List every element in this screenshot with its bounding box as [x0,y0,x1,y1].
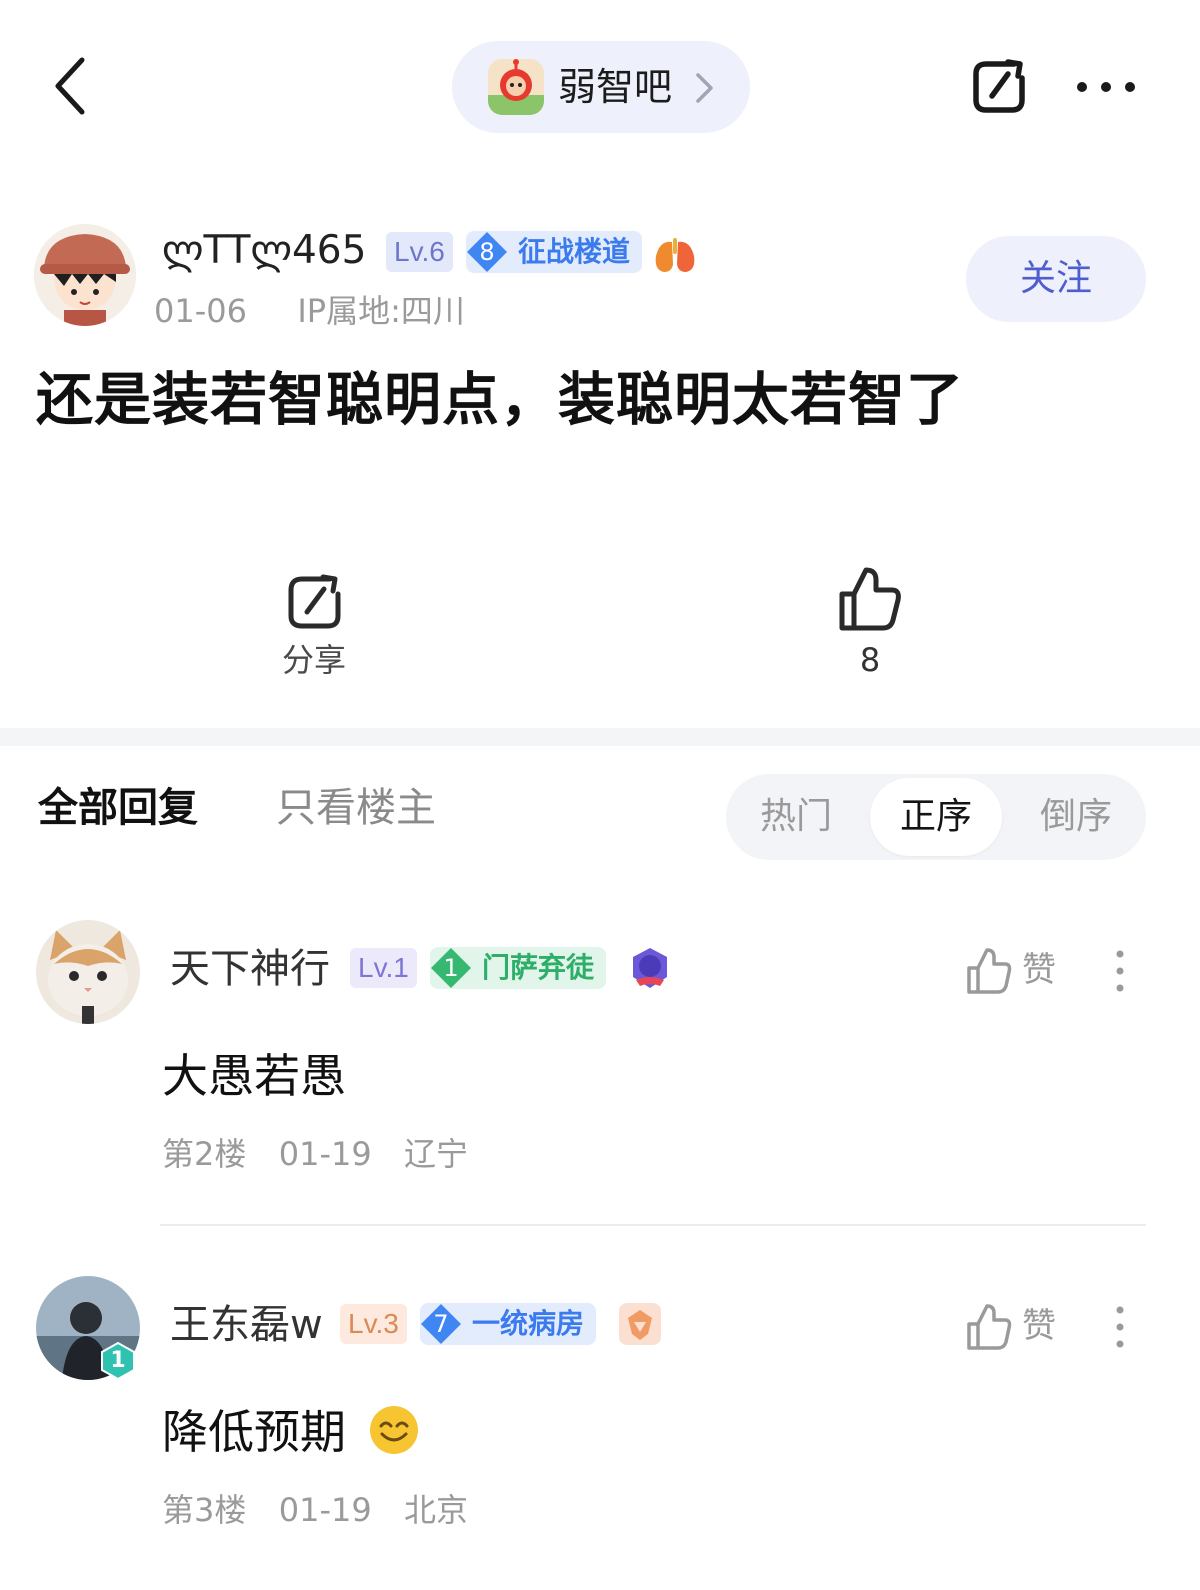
reply-username[interactable]: 天下神行 [170,941,330,997]
reply-body: 降低预期 [162,1400,346,1464]
share-label: 分享 [281,641,346,679]
forum-avatar [488,59,544,115]
reply-floor: 第3楼 [162,1491,247,1529]
reply-location: 辽宁 [404,1135,469,1173]
avatar-level-number: 1 [110,1348,126,1373]
back-button[interactable] [48,56,96,116]
chevron-left-icon [55,57,85,115]
sort-toggle: 热门 正序 倒序 [726,774,1146,860]
reply-username[interactable]: 王东磊w [170,1297,323,1353]
author-meta: 01-06 IP属地:四川 [154,288,465,334]
level-badge: Lv.3 [340,1304,407,1344]
smile-emoji-icon [370,1406,418,1454]
thumbs-up-icon [967,948,1012,994]
level-badge: Lv.6 [386,232,453,272]
lung-badge-icon [655,238,695,272]
title-level: 7 [433,1310,449,1338]
title-name: 一统病房 [472,1307,585,1340]
reply-like-button[interactable]: 赞 [966,942,1066,1002]
thumbs-up-icon [839,567,901,631]
reply-body-text: 降低预期 [162,1405,346,1459]
reply-divider [160,1224,1146,1226]
thumbs-up-icon [967,1304,1012,1350]
title-badge: 1 门萨弃徒 [430,947,607,989]
reply-meta: 第2楼 01-19 辽宁 [162,1132,468,1176]
author-avatar[interactable] [34,224,136,326]
like-label: 赞 [1022,950,1056,990]
badge-icon [619,1303,661,1345]
title-badge: 7 一统病房 [420,1303,597,1345]
level-badge: Lv.1 [350,948,417,988]
reply-floor: 第2楼 [162,1135,247,1173]
reply-meta: 第3楼 01-19 北京 [162,1488,468,1532]
share-action[interactable]: 分享 [260,566,368,684]
like-label: 赞 [1022,1306,1056,1346]
like-action[interactable]: 8 [818,560,922,686]
reply-avatar[interactable] [36,920,140,1024]
title-name: 征战楼道 [518,235,631,268]
sort-hot[interactable]: 热门 [726,774,866,860]
forum-name: 弱智吧 [558,65,673,109]
reply-date: 01-19 [278,1491,372,1529]
title-level: 1 [443,954,459,982]
post-date: 01-06 [154,292,247,330]
section-divider [0,728,1200,746]
reply-date: 01-19 [278,1135,372,1173]
like-count: 8 [859,641,881,679]
forum-pill[interactable]: 弱智吧 [452,41,750,133]
title-badge: 8 征战楼道 [466,231,643,273]
reply-location: 北京 [404,1491,469,1529]
share-icon [288,574,341,629]
author-name[interactable]: ლTTლ465 [162,224,366,278]
reply-like-button[interactable]: 赞 [966,1298,1066,1358]
more-vertical-icon[interactable] [1114,948,1126,994]
reply-body: 大愚若愚 [162,1049,346,1103]
more-vertical-icon[interactable] [1114,1304,1126,1350]
tab-op-only[interactable]: 只看楼主 [276,780,436,836]
chevron-right-icon [696,73,713,103]
avatar-level-badge: 1 [100,1342,136,1380]
title-level: 8 [479,238,495,266]
sort-descending[interactable]: 倒序 [1006,774,1146,860]
more-button[interactable] [1074,76,1138,98]
sort-ascending[interactable]: 正序 [870,778,1002,856]
medal-icon [633,948,667,988]
top-share-button[interactable] [968,56,1030,118]
tab-all-replies[interactable]: 全部回复 [38,780,198,836]
post-title: 还是装若智聪明点，装聪明太若智了 [36,367,964,433]
more-dots-icon [1077,82,1135,92]
share-icon [973,59,1025,113]
follow-button[interactable]: 关注 [966,236,1146,322]
ip-location: IP属地:四川 [297,292,465,330]
title-name: 门萨弃徒 [482,951,595,984]
